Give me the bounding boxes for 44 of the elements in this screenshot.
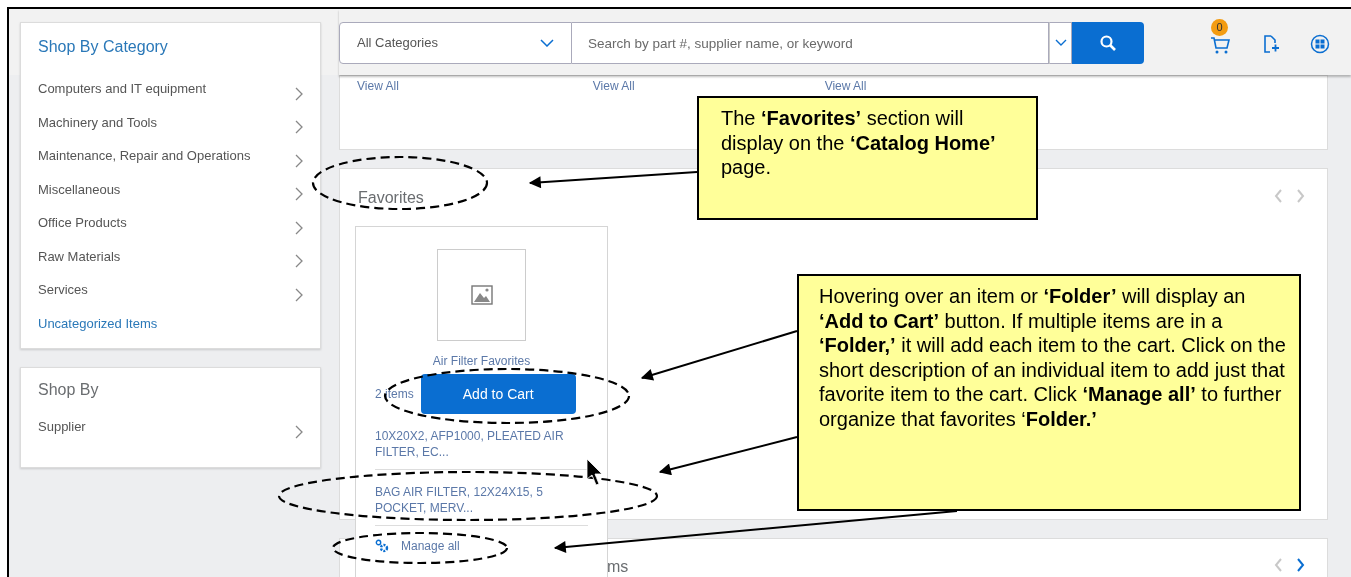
- folder-name-link[interactable]: Air Filter Favorites: [432, 352, 531, 370]
- category-item[interactable]: Machinery and Tools: [38, 112, 157, 132]
- view-all-link[interactable]: View All: [592, 76, 635, 96]
- callout-note: The ‘Favorites’ section will display on the ‘Catalog Home’ page.: [697, 96, 1038, 220]
- panel-title: Shop By Category: [37, 37, 169, 57]
- category-item[interactable]: Supplier: [38, 417, 86, 437]
- image-icon: [470, 285, 493, 305]
- view-all-link[interactable]: View All: [824, 76, 867, 96]
- item-count: 2 items: [375, 386, 414, 403]
- category-item[interactable]: Maintenance, Repair and Operations: [38, 146, 251, 166]
- chevron-right-icon[interactable]: [1297, 558, 1305, 572]
- cursor-icon: [586, 458, 603, 486]
- view-all-link[interactable]: View All: [357, 76, 399, 96]
- manage-all-link[interactable]: Manage all: [401, 537, 460, 555]
- add-to-cart-button[interactable]: Add to Cart: [420, 374, 576, 414]
- category-item[interactable]: Miscellaneous: [38, 179, 121, 199]
- callout-note: Hovering over an item or ‘Folder’ will display an ‘Add to Cart’ button. If multiple items are in a ‘Folder,’ it will add each item to the cart. Click on the short description of an individual item to add just that favorite item to the cart. Click ‘Manage all’ to further organize that favorites ‘Folder.’: [797, 274, 1301, 511]
- chevron-right-icon[interactable]: [295, 187, 303, 202]
- section-title: Favorites: [358, 188, 424, 208]
- chevron-down-icon: [540, 39, 554, 47]
- search-field[interactable]: Search by part #, supplier name, or keyword: [572, 22, 1049, 64]
- search-icon: [1100, 35, 1116, 51]
- section-title: ms: [607, 557, 629, 577]
- category-item[interactable]: Raw Materials: [38, 246, 121, 266]
- category-link[interactable]: Uncategorized Items: [38, 313, 158, 333]
- category-item[interactable]: Services: [38, 280, 88, 300]
- cart-icon[interactable]: [1210, 35, 1230, 54]
- chevron-right-icon[interactable]: [295, 153, 303, 168]
- panel-title: Shop By: [37, 380, 100, 400]
- chevron-right-icon[interactable]: [295, 86, 303, 101]
- chevron-down-icon: [1054, 39, 1067, 47]
- chevron-right-icon[interactable]: [295, 120, 303, 135]
- chevron-right-icon[interactable]: [295, 254, 303, 269]
- category-item[interactable]: Office Products: [38, 213, 127, 233]
- gears-icon: [375, 539, 389, 553]
- dropdown-button[interactable]: [1049, 22, 1072, 64]
- apps-icon[interactable]: [1310, 34, 1330, 54]
- category-item[interactable]: Computers and IT equipment: [38, 79, 207, 99]
- category-dropdown[interactable]: All Categories: [339, 22, 572, 64]
- chevron-right-icon[interactable]: [295, 220, 303, 235]
- cart-count-badge: 0: [1211, 19, 1228, 36]
- search-button[interactable]: [1072, 22, 1144, 64]
- chevron-right-icon[interactable]: [295, 287, 303, 302]
- chevron-right-icon[interactable]: [295, 424, 303, 439]
